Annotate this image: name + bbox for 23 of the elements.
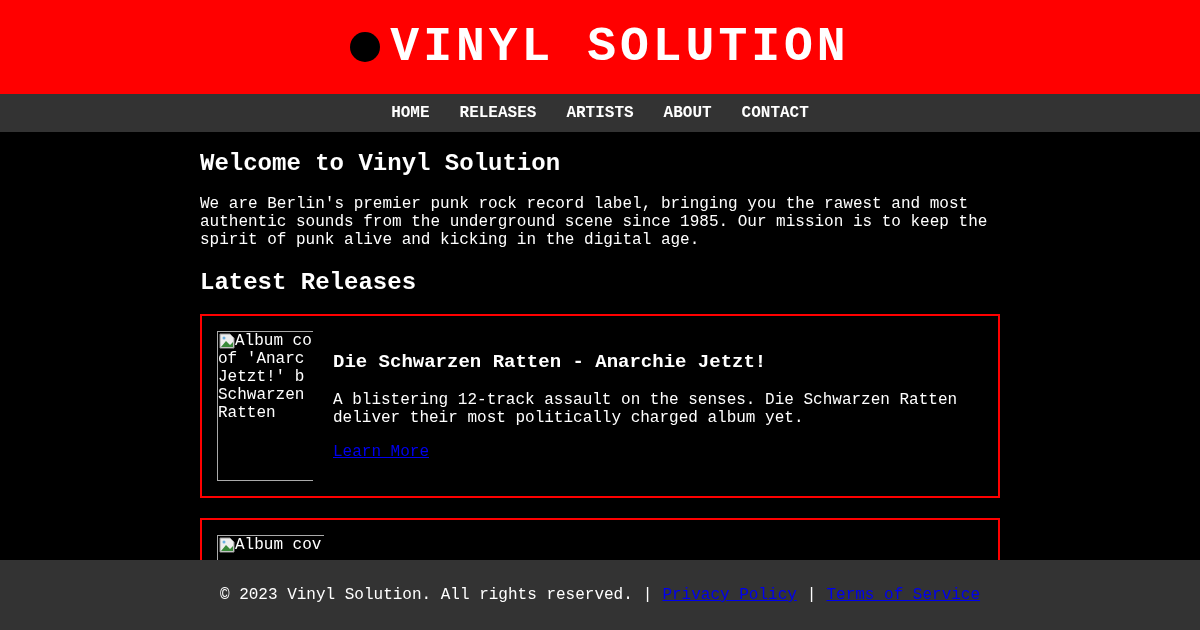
nav-link[interactable]: CONTACT [741, 104, 809, 122]
separator: | [642, 586, 653, 604]
separator: | [806, 586, 817, 604]
nav-link[interactable]: ARTISTS [566, 104, 634, 122]
section-heading: Welcome to Vinyl Solution [200, 150, 562, 177]
nav-link[interactable]: RELEASES [459, 104, 537, 122]
broken-image-icon [219, 537, 235, 553]
alt-text: Album co [235, 332, 313, 350]
alt-text: Schwarzen [218, 386, 306, 404]
copyright-text: © 2023 Vinyl Solution. All rights reserved. [219, 586, 633, 604]
intro-text: We are Berlin's premier punk rock record label, bringing you the rawest and most authentic sounds from the underground scene since 1985. Our mission is to keep the spirit of punk alive and kicking in the digital age. [200, 195, 989, 249]
alt-text: of 'Anarc [218, 350, 306, 368]
nav-link[interactable]: ABOUT [663, 104, 712, 122]
site-title: VINYL SOLUTION [390, 20, 850, 74]
alt-text: Ratten [218, 404, 277, 422]
alt-text: Album cov [235, 536, 323, 554]
record-icon [350, 32, 381, 62]
alt-text: Jetzt!' b [218, 368, 306, 386]
release-description: A blistering 12-track assault on the senses. Die Schwarzen Ratten deliver their most politically charged album yet. [333, 391, 959, 427]
release-title: Die Schwarzen Ratten - Anarchie Jetzt! [333, 351, 767, 373]
nav-link[interactable]: HOME [391, 104, 430, 122]
broken-image-icon [219, 333, 235, 349]
section-heading: Latest Releases [200, 269, 418, 296]
